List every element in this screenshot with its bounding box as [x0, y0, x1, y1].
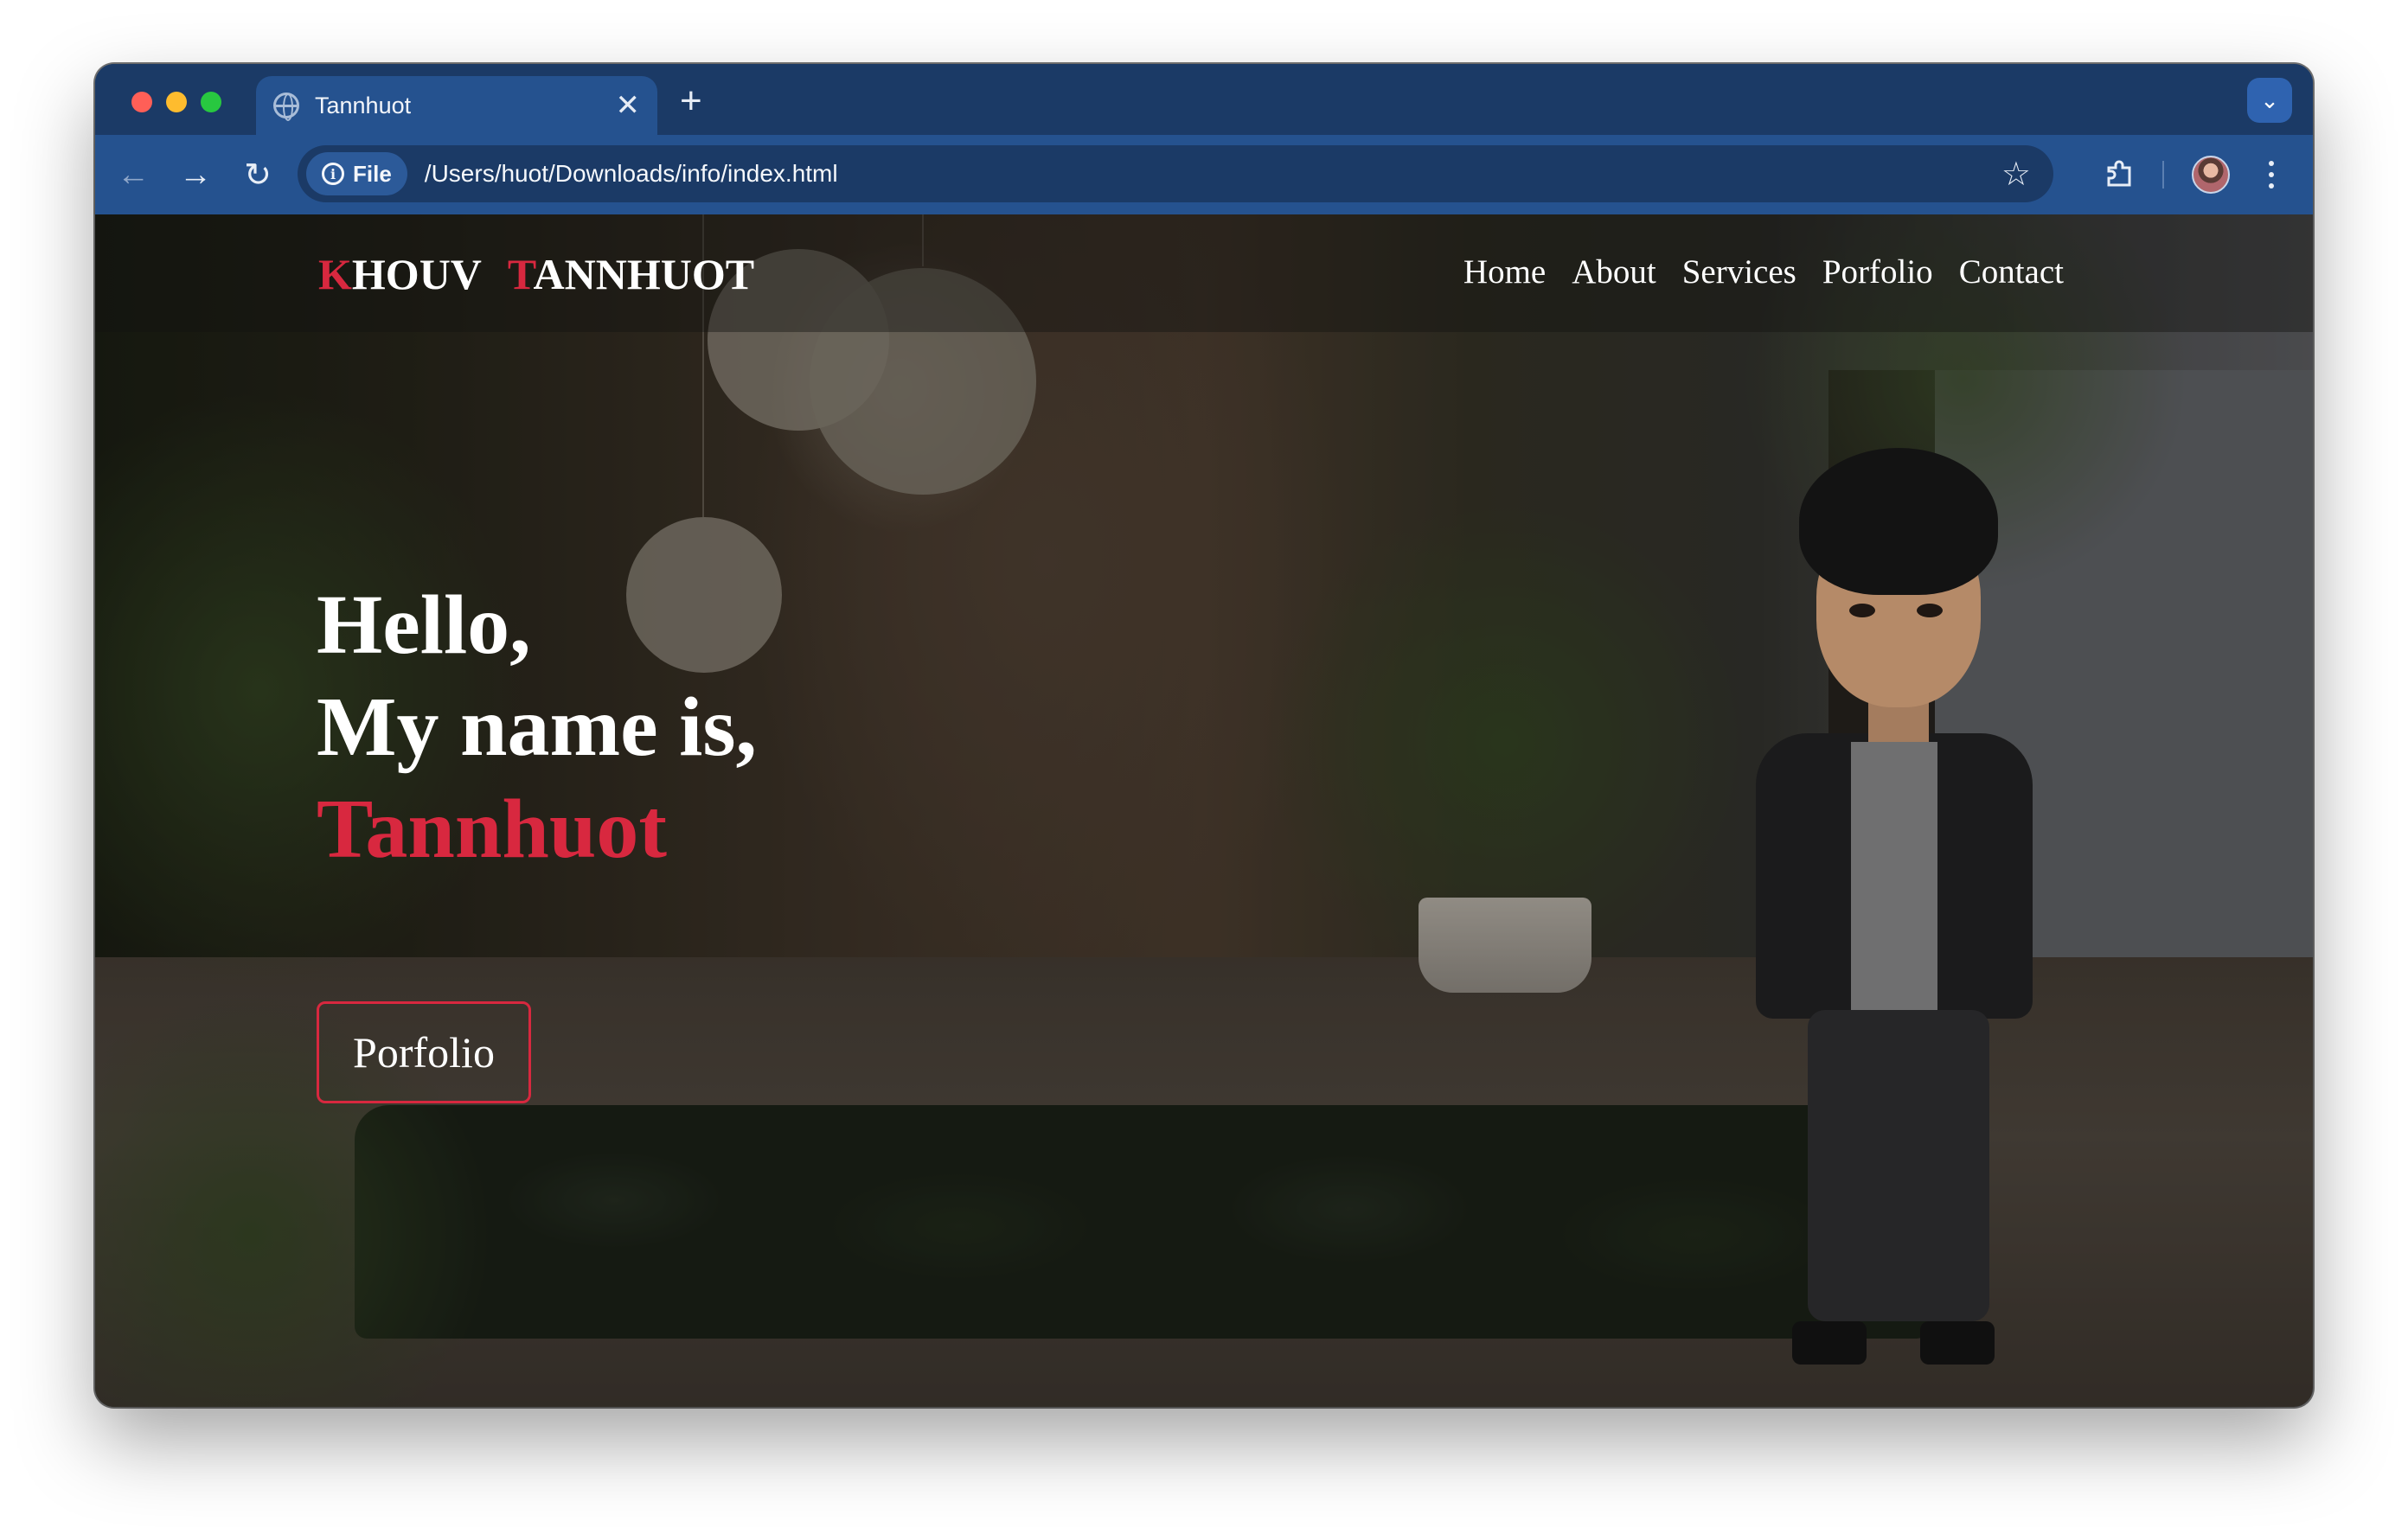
puzzle-icon[interactable] [2104, 159, 2135, 190]
nav-link-services[interactable]: Services [1682, 252, 1796, 291]
porfolio-button[interactable]: Porfolio [317, 1001, 531, 1103]
site-nav: Home About Services Porfolio Contact [1463, 252, 2064, 291]
hero-intro: My name is, [317, 681, 757, 774]
hero-text: Hello, My name is, Tannhuot [317, 574, 757, 880]
site-info-chip[interactable]: i File [306, 152, 407, 195]
site-logo[interactable]: KHOUV TANNHUOT [318, 249, 754, 299]
nav-link-contact[interactable]: Contact [1959, 252, 2064, 291]
globe-icon [273, 93, 299, 121]
close-icon[interactable]: ✕ [616, 91, 641, 120]
site-header: KHOUV TANNHUOT Home About Services Porfol… [95, 214, 2313, 332]
toolbar-divider [2162, 161, 2164, 189]
forward-arrow-icon[interactable]: → [175, 154, 216, 195]
back-arrow-icon[interactable]: ← [112, 154, 154, 195]
hero-name: Tannhuot [317, 783, 668, 876]
browser-tab[interactable]: Tannhuot ✕ [256, 76, 657, 135]
maximize-window-button[interactable] [201, 92, 221, 112]
browser-toolbar: ← → ↻ i File /Users/huot/Downloads/info/… [95, 135, 2313, 214]
file-chip-label: File [353, 160, 392, 187]
chevron-down-icon[interactable]: ⌄ [2247, 78, 2292, 123]
tab-strip: Tannhuot ✕ + ⌄ [95, 64, 2313, 135]
minimize-window-button[interactable] [166, 92, 187, 112]
reload-icon[interactable]: ↻ [237, 154, 279, 195]
kebab-menu-icon[interactable] [2263, 154, 2280, 195]
nav-link-porfolio[interactable]: Porfolio [1822, 252, 1933, 291]
address-bar[interactable]: i File /Users/huot/Downloads/info/index.… [298, 145, 2053, 202]
url-text[interactable]: /Users/huot/Downloads/info/index.html [425, 160, 2001, 188]
avatar-3d-figure [1747, 448, 2041, 1407]
star-icon[interactable]: ☆ [2001, 155, 2031, 194]
browser-window: Tannhuot ✕ + ⌄ ← → ↻ i File /Users/huot/… [95, 64, 2313, 1407]
plus-icon[interactable]: + [680, 80, 702, 123]
hero-greeting: Hello, [317, 578, 531, 672]
nav-link-about[interactable]: About [1572, 252, 1656, 291]
tab-title: Tannhuot [315, 92, 412, 118]
profile-avatar[interactable] [2192, 156, 2230, 194]
info-icon: i [322, 163, 344, 185]
nav-link-home[interactable]: Home [1463, 252, 1546, 291]
close-window-button[interactable] [131, 92, 152, 112]
page-viewport: KHOUV TANNHUOT Home About Services Porfol… [95, 214, 2313, 1407]
